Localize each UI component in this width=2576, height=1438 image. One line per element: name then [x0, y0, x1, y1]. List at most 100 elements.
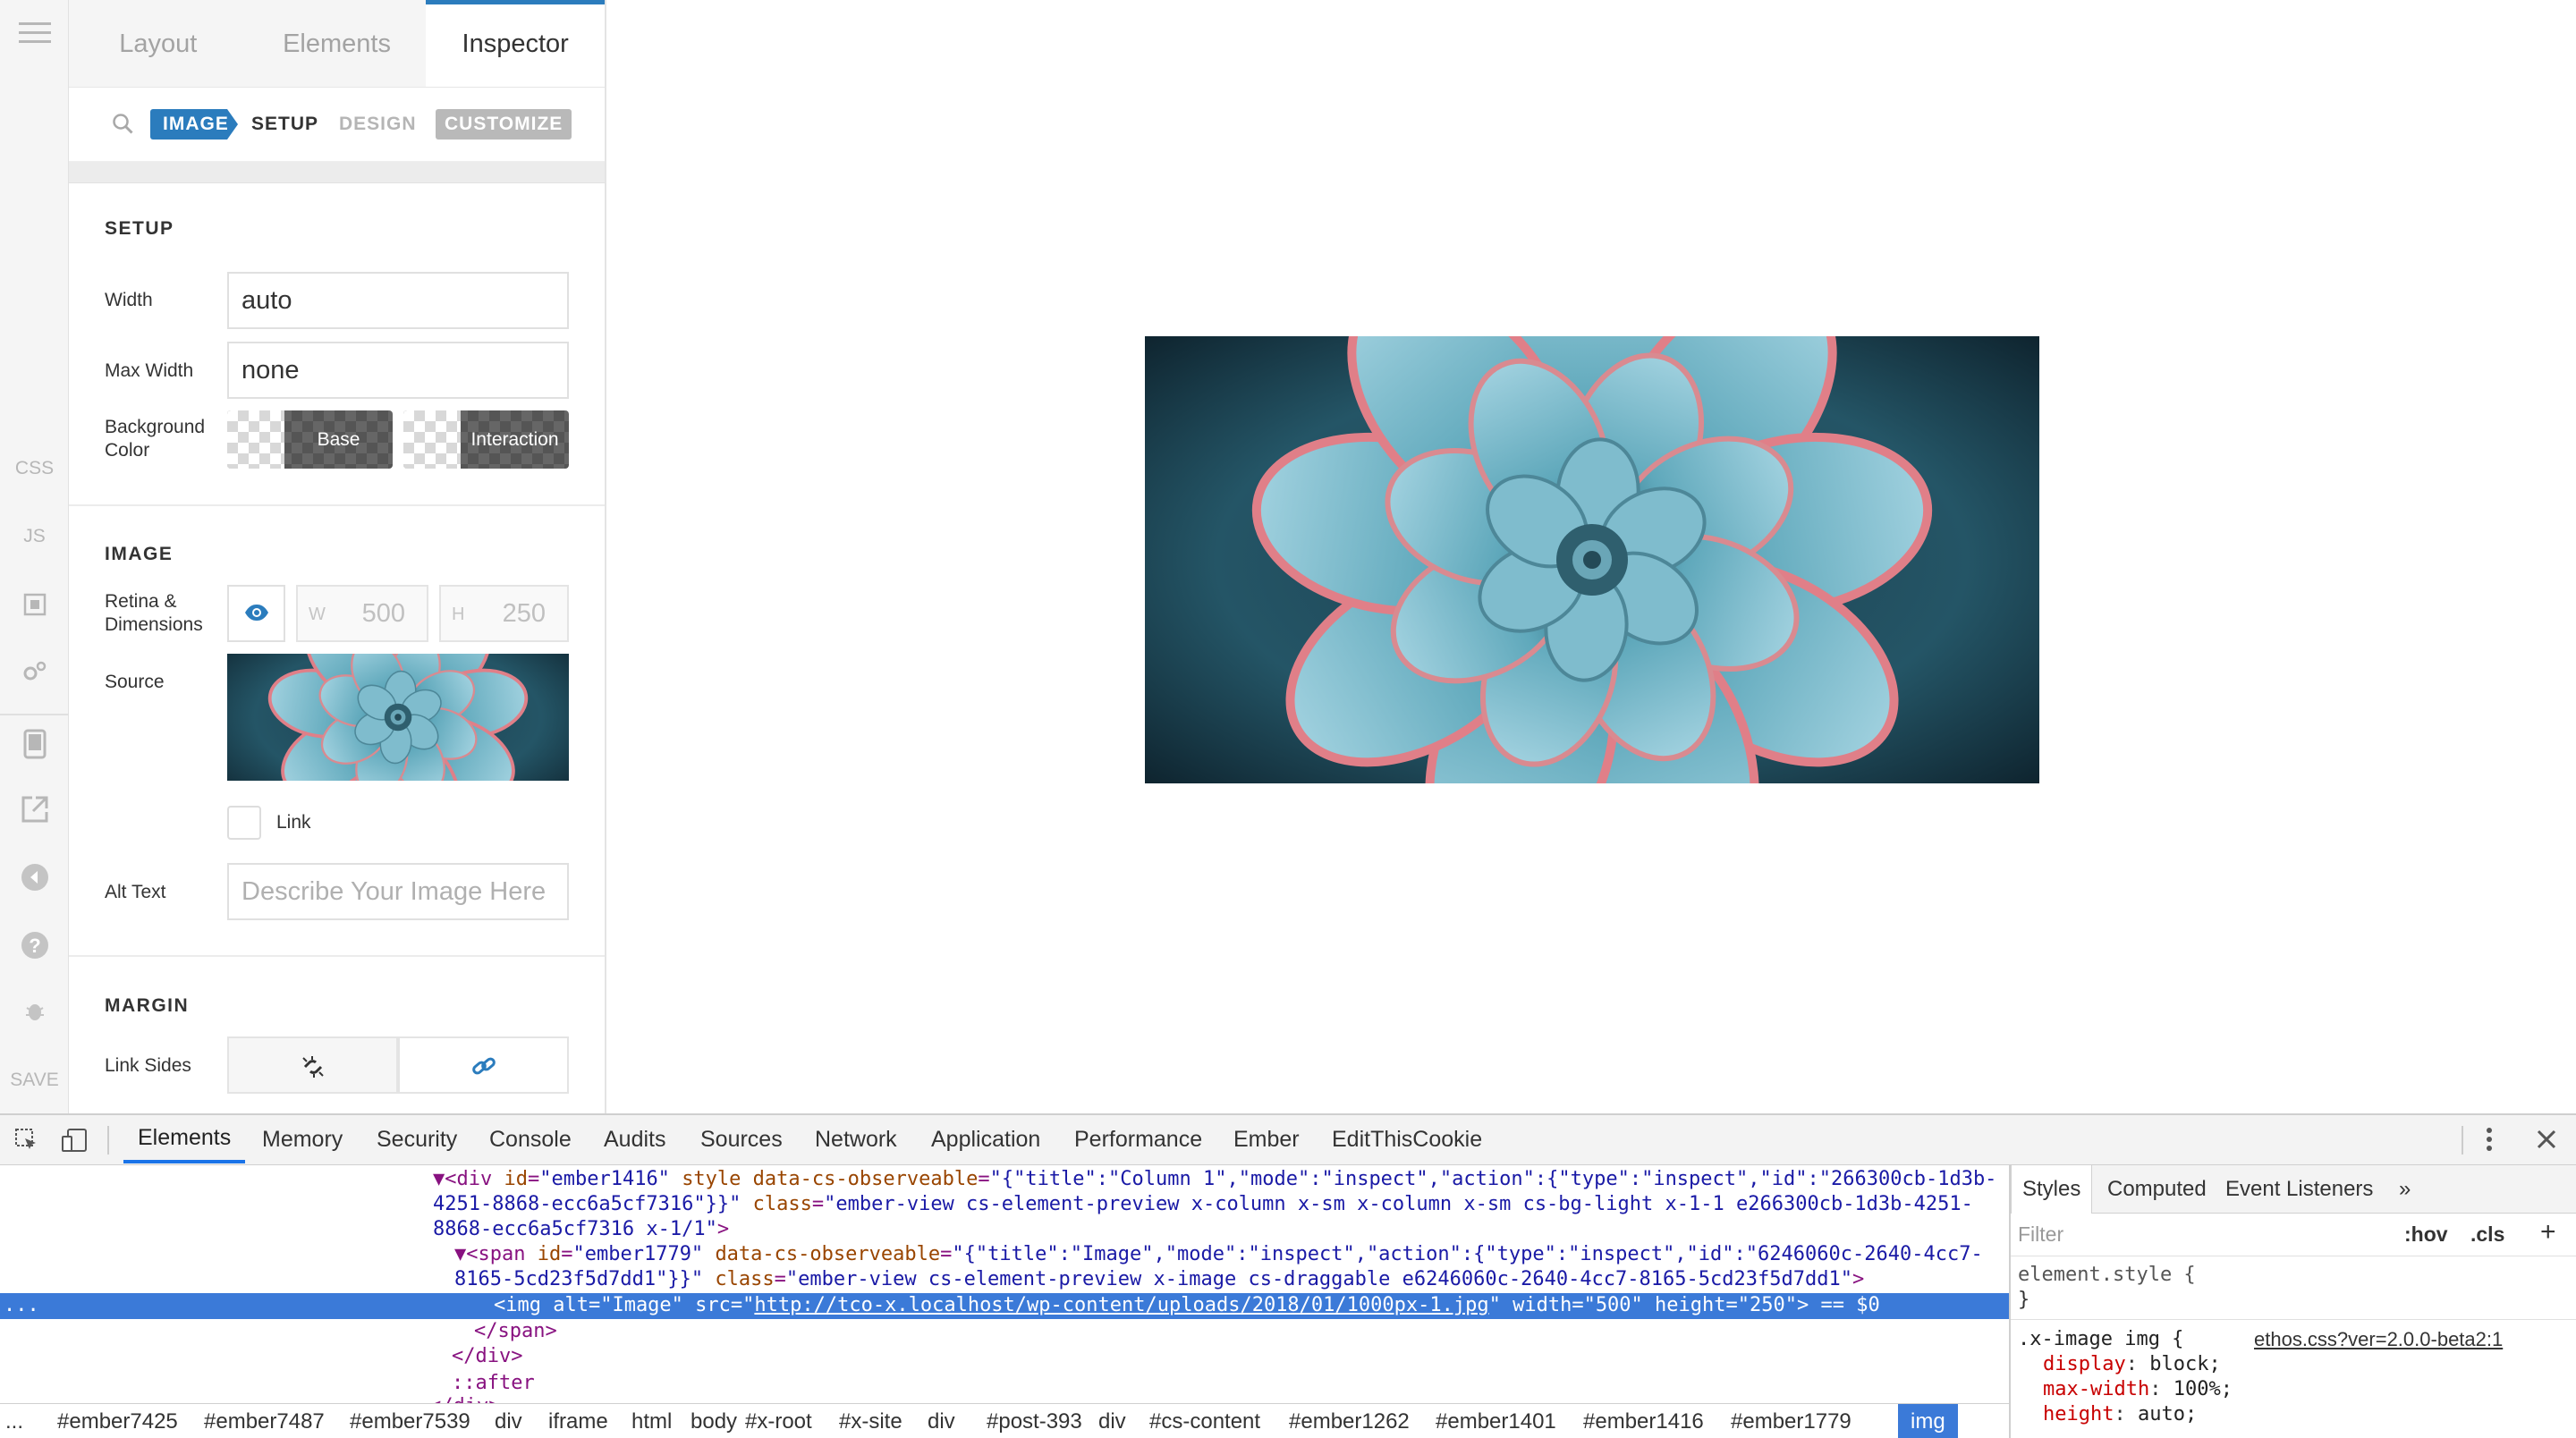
back-icon[interactable] — [0, 862, 69, 898]
devtools-tabbar: Elements Memory Security Console Audits … — [0, 1115, 2576, 1165]
retina-toggle[interactable] — [227, 585, 285, 642]
dom-line[interactable]: 8868-ecc6a5cf7316 x-1/1"> — [433, 1217, 729, 1242]
css-value[interactable]: 100%; — [2174, 1378, 2233, 1400]
css-property[interactable]: height — [2043, 1403, 2114, 1425]
devtools-tab-performance[interactable]: Performance — [1074, 1115, 1202, 1163]
bug-icon[interactable] — [0, 999, 69, 1028]
devtools-tab-application[interactable]: Application — [931, 1115, 1040, 1163]
devtools-tab-network[interactable]: Network — [815, 1115, 897, 1163]
devtools-tab-elements[interactable]: Elements — [123, 1115, 246, 1163]
devtools-tab-console[interactable]: Console — [489, 1115, 572, 1163]
element-type-chip[interactable]: IMAGE — [150, 109, 238, 140]
tab-elements[interactable]: Elements — [248, 0, 427, 87]
css-property[interactable]: display — [2043, 1353, 2126, 1375]
breadcrumb-item[interactable]: html — [631, 1404, 672, 1438]
css-declaration[interactable]: height: auto; — [2043, 1403, 2197, 1425]
preview-image[interactable] — [1145, 336, 2039, 783]
styles-filter-input[interactable]: Filter — [2018, 1222, 2063, 1247]
device-toolbar-icon[interactable] — [61, 1128, 88, 1159]
help-icon[interactable]: ? — [0, 930, 69, 966]
devtools-tab-memory[interactable]: Memory — [262, 1115, 343, 1163]
devtools-tab-sources[interactable]: Sources — [700, 1115, 783, 1163]
breadcrumb-item[interactable]: #ember1401 — [1436, 1404, 1556, 1438]
styles-tab-computed[interactable]: Computed — [2107, 1165, 2207, 1214]
unlink-sides-button[interactable] — [227, 1036, 398, 1094]
breadcrumb-item[interactable]: #ember1262 — [1289, 1404, 1410, 1438]
breadcrumb-item[interactable]: #ember1779 — [1731, 1404, 1852, 1438]
styles-tab-styles[interactable]: Styles — [2011, 1165, 2093, 1214]
element-style-selector[interactable]: element.style { — [2018, 1264, 2196, 1286]
panel-spacer — [69, 162, 605, 183]
element-style-close: } — [2018, 1289, 2030, 1311]
save-button[interactable]: SAVE — [0, 1070, 69, 1091]
dom-line[interactable]: </span> — [474, 1319, 557, 1344]
max-width-input[interactable]: none — [227, 342, 569, 399]
width-input[interactable]: auto — [227, 272, 569, 329]
hov-toggle[interactable]: :hov — [2404, 1222, 2448, 1247]
breadcrumb-item[interactable]: #cs-content — [1149, 1404, 1260, 1438]
devtools-tab-security[interactable]: Security — [377, 1115, 457, 1163]
external-link-icon[interactable] — [0, 794, 69, 830]
alt-text-input[interactable]: Describe Your Image Here — [227, 863, 569, 920]
breadcrumb-item[interactable]: #ember7487 — [204, 1404, 325, 1438]
breadcrumb-item[interactable]: div — [495, 1404, 522, 1438]
responsive-icon[interactable] — [0, 729, 69, 765]
background-color-label-line1: Background — [105, 417, 206, 437]
tab-inspector[interactable]: Inspector — [426, 0, 605, 87]
breadcrumb-item[interactable]: #x-root — [745, 1404, 812, 1438]
dom-pseudo-after[interactable]: ::after — [452, 1371, 535, 1396]
selected-dom-line[interactable]: ... <img alt="Image" src="http://tco-x.l… — [0, 1293, 2009, 1319]
new-style-rule-button[interactable]: + — [2540, 1217, 2556, 1248]
dom-line[interactable]: 4251-8868-ecc6a5cf7316"}}" class="ember-… — [433, 1192, 1973, 1217]
css-value[interactable]: auto; — [2138, 1403, 2197, 1425]
menu-icon[interactable] — [0, 20, 69, 52]
image-height-field[interactable]: H 250 — [439, 585, 569, 642]
css-declaration[interactable]: display: block; — [2043, 1353, 2221, 1375]
dom-line[interactable]: ▼<span id="ember1779" data-cs-observeabl… — [454, 1242, 1983, 1267]
breadcrumb-item[interactable]: #post-393 — [987, 1404, 1082, 1438]
rule-selector[interactable]: .x-image img { — [2018, 1328, 2183, 1350]
breadcrumb-item[interactable]: body — [691, 1404, 737, 1438]
breadcrumb-item[interactable]: iframe — [548, 1404, 608, 1438]
css-declaration[interactable]: max-width: 100%; — [2043, 1378, 2233, 1400]
breadcrumb-item[interactable]: #x-site — [839, 1404, 902, 1438]
dom-line[interactable]: </div> — [452, 1344, 522, 1369]
bg-interaction-color-picker[interactable]: Interaction — [403, 410, 569, 469]
breadcrumb-item[interactable]: div — [1098, 1404, 1126, 1438]
source-image-thumbnail[interactable] — [227, 654, 569, 781]
css-value[interactable]: block; — [2149, 1353, 2220, 1375]
dom-line[interactable]: ▼<div id="ember1416" style data-cs-obser… — [433, 1167, 1996, 1192]
breadcrumb-item[interactable]: #ember7539 — [350, 1404, 470, 1438]
breadcrumb-item[interactable]: img — [1898, 1404, 1958, 1438]
inspect-element-icon[interactable] — [14, 1128, 39, 1159]
breadcrumb-item[interactable]: #ember7425 — [57, 1404, 178, 1438]
link-sides-button[interactable] — [398, 1036, 569, 1094]
devtools-tab-editthiscookie[interactable]: EditThisCookie — [1332, 1115, 1482, 1163]
skeleton-icon[interactable] — [0, 592, 69, 622]
breadcrumb-item[interactable]: #ember1416 — [1583, 1404, 1704, 1438]
styles-more-tabs[interactable]: » — [2399, 1165, 2411, 1214]
image-width-field[interactable]: W 500 — [296, 585, 428, 642]
breadcrumb-overflow[interactable]: ... — [5, 1404, 23, 1438]
more-options-icon[interactable] — [2485, 1126, 2494, 1159]
tab-layout[interactable]: Layout — [69, 0, 248, 87]
dom-line[interactable]: 8165-5cd23f5d7dd1"}}" class="ember-view … — [454, 1267, 1864, 1292]
css-button[interactable]: CSS — [0, 458, 69, 479]
cls-toggle[interactable]: .cls — [2470, 1222, 2504, 1247]
close-icon[interactable] — [2535, 1128, 2558, 1157]
bg-base-color-picker[interactable]: Base — [227, 410, 393, 469]
tab-customize[interactable]: CUSTOMIZE — [436, 109, 572, 140]
styles-tab-event-listeners[interactable]: Event Listeners — [2225, 1165, 2373, 1214]
tab-setup[interactable]: SETUP — [251, 109, 318, 140]
search-icon[interactable] — [112, 113, 135, 140]
devtools-tab-audits[interactable]: Audits — [604, 1115, 665, 1163]
breadcrumb-item[interactable]: div — [928, 1404, 955, 1438]
settings-icon[interactable] — [0, 659, 69, 689]
tab-design[interactable]: DESIGN — [339, 109, 417, 140]
js-button[interactable]: JS — [0, 526, 69, 547]
devtools-tab-ember[interactable]: Ember — [1233, 1115, 1300, 1163]
link-checkbox[interactable] — [227, 806, 261, 840]
dom-line[interactable]: </div> — [429, 1394, 500, 1403]
css-property[interactable]: max-width — [2043, 1378, 2149, 1400]
rule-source-link[interactable]: ethos.css?ver=2.0.0-beta2:1 — [2254, 1328, 2503, 1351]
